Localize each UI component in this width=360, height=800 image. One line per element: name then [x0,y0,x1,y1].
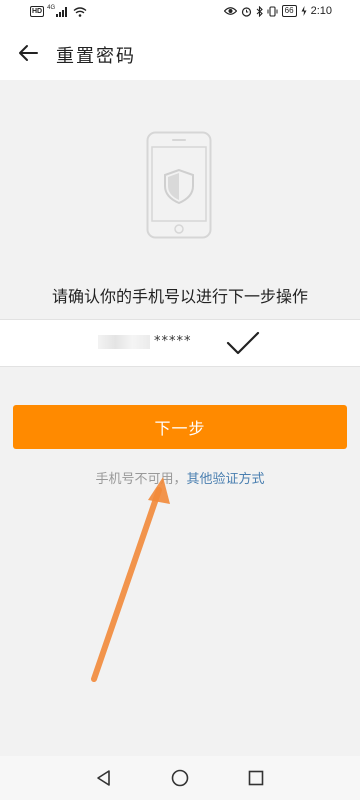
square-recents-icon [248,770,264,786]
phone-shield-icon [146,131,212,239]
network-type: 4G [47,4,56,11]
nav-back-button[interactable] [91,766,115,790]
status-bar: HD 4G 66 2:10 [0,0,360,26]
annotation-arrow-icon [91,477,170,682]
status-left: HD 4G [30,4,87,17]
bluetooth-icon [256,5,263,17]
phone-unavailable-text: 手机号不可用， [95,472,187,487]
other-verification-link[interactable]: 其他验证方式 [187,472,265,487]
alarm-icon [241,6,251,17]
nav-recents-button[interactable] [244,766,268,790]
blurred-number-prefix [98,334,150,349]
status-right: 66 2:10 [223,5,332,17]
confirm-phone-prompt: 请确认你的手机号以进行下一步操作 [51,287,308,306]
masked-digits: ***** [154,334,192,349]
next-step-button[interactable]: 下一步 [13,405,347,449]
phone-number-row[interactable]: ***** [0,319,360,367]
battery-level: 66 [281,5,297,17]
nav-home-button[interactable] [168,766,192,790]
masked-phone-number: ***** [98,334,192,349]
signal-icon [56,6,68,17]
clock-time: 2:10 [310,5,332,17]
wifi-icon [73,6,87,17]
alternative-verification-row: 手机号不可用，其他验证方式 [0,468,360,487]
circle-home-icon [171,769,189,787]
system-nav-bar [0,756,360,800]
arrow-left-icon [19,45,38,61]
page-title: 重置密码 [56,46,136,67]
checkmark-icon [226,331,260,355]
triangle-back-icon [97,770,110,786]
hd-badge: HD [30,6,45,17]
app-bar: 重置密码 [0,26,360,80]
charging-icon [301,6,307,16]
eye-icon [223,7,237,15]
vibrate-icon [267,5,278,17]
back-button[interactable] [14,39,42,67]
